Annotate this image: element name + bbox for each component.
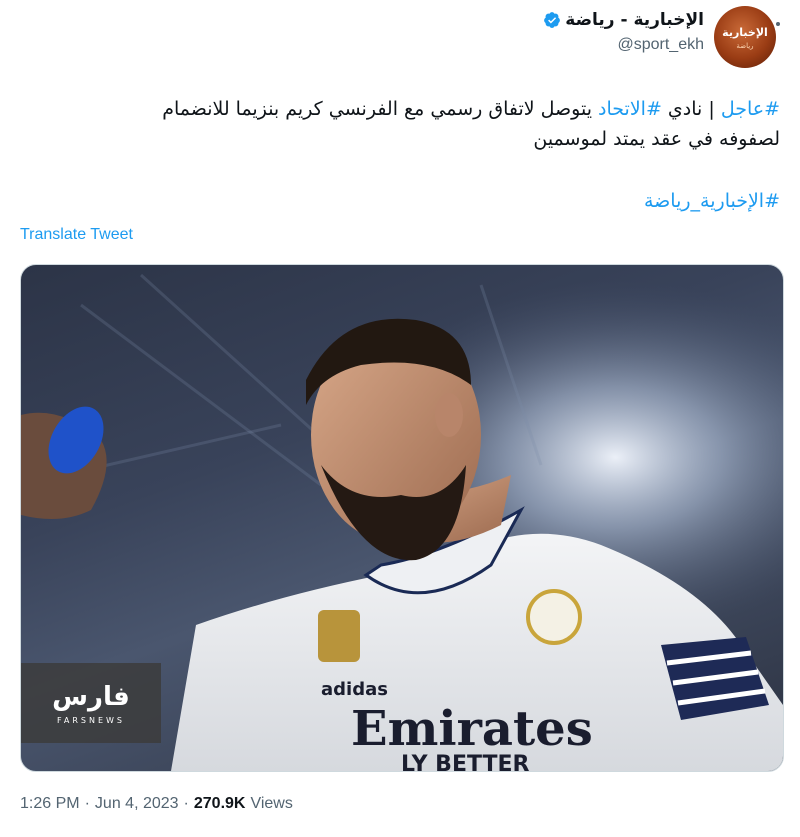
author-handle[interactable]: @sport_ekh bbox=[617, 36, 704, 54]
author-header: الإخبارية رياضة الإخبارية - رياضة @sport… bbox=[543, 6, 776, 68]
hashtag-breaking[interactable]: #عاجل bbox=[721, 98, 780, 120]
hashtag-ekh-sport[interactable]: #الإخبارية_رياضة bbox=[644, 190, 780, 212]
farsnews-watermark: فارس FARSNEWS bbox=[21, 663, 161, 743]
shirt-sponsor-sub: LY BETTER bbox=[401, 752, 530, 771]
avatar-logo-subtext: رياضة bbox=[736, 42, 754, 50]
display-name[interactable]: الإخبارية - رياضة bbox=[565, 10, 704, 30]
meta-dot: · bbox=[84, 795, 90, 812]
tweet: الإخبارية رياضة الإخبارية - رياضة @sport… bbox=[0, 0, 800, 837]
name-row: الإخبارية - رياضة bbox=[543, 10, 704, 30]
verified-badge-icon bbox=[544, 12, 561, 28]
watermark-logo: فارس bbox=[52, 681, 130, 712]
tweet-meta: 1:26 PM · Jun 4, 2023 · 270.9K Views bbox=[20, 795, 293, 813]
tweet-hashtag-line: #الإخبارية_رياضة bbox=[644, 190, 780, 212]
hashtag-ittihad[interactable]: #الاتحاد bbox=[598, 98, 662, 120]
watermark-subtext: FARSNEWS bbox=[56, 715, 125, 725]
tweet-text-line2: لصفوفه في عقد يمتد لموسمين bbox=[533, 128, 780, 150]
shirt-brand-text: adidas bbox=[321, 679, 388, 700]
tweet-text: #عاجل | نادي #الاتحاد يتوصل لاتفاق رسمي … bbox=[20, 94, 780, 154]
tweet-photo[interactable]: Emirates LY BETTER adidas فارس FARSNEWS bbox=[20, 264, 784, 772]
tweet-date[interactable]: Jun 4, 2023 bbox=[95, 795, 179, 813]
views-label: Views bbox=[250, 795, 293, 812]
translate-tweet-link[interactable]: Translate Tweet bbox=[20, 226, 133, 244]
tweet-text-line1: يتوصل لاتفاق رسمي مع الفرنسي كريم بنزيما… bbox=[162, 98, 599, 120]
meta-dot: · bbox=[183, 795, 189, 812]
views-count: 270.9K bbox=[193, 795, 246, 812]
tweet-time[interactable]: 1:26 PM bbox=[20, 795, 80, 813]
avatar-logo-text: الإخبارية bbox=[722, 26, 768, 39]
author-names: الإخبارية - رياضة @sport_ekh bbox=[543, 6, 704, 54]
shirt-sponsor-text: Emirates bbox=[351, 701, 593, 757]
avatar[interactable]: الإخبارية رياضة bbox=[714, 6, 776, 68]
tweet-separator: | نادي bbox=[661, 98, 721, 120]
